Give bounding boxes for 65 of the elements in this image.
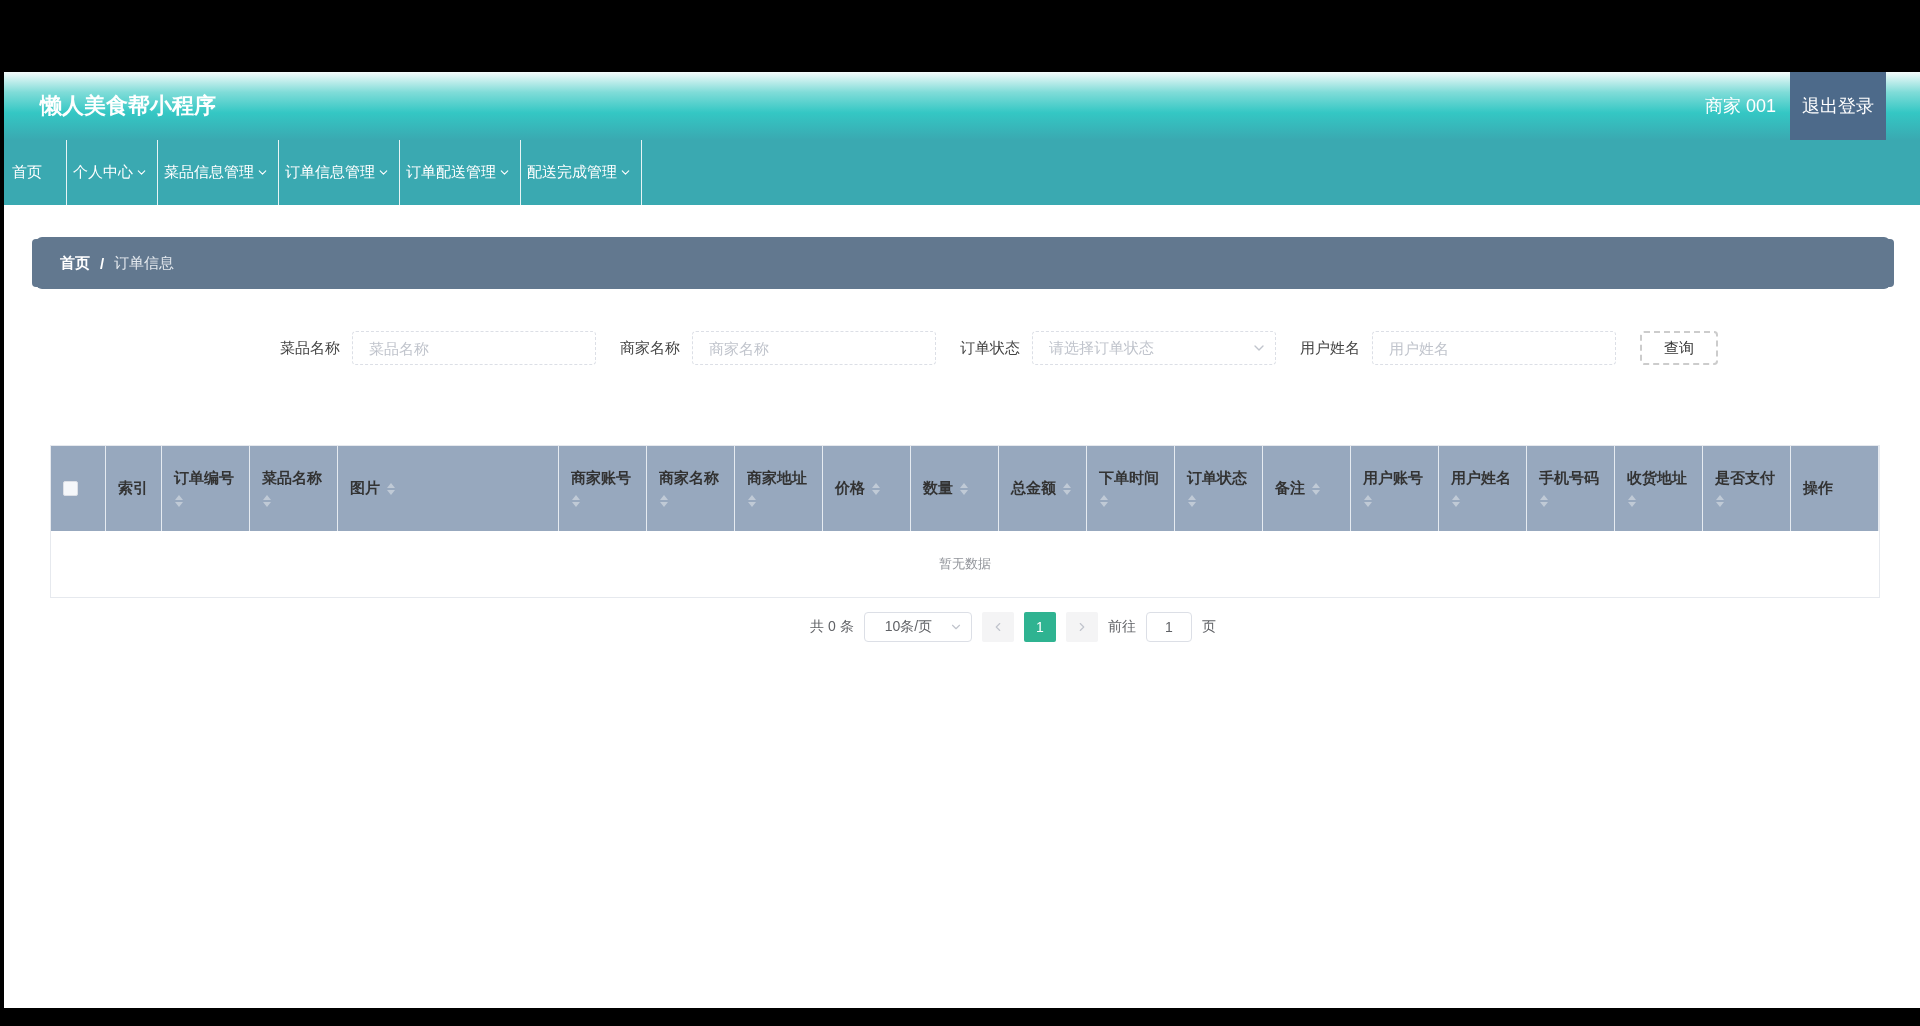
sort-icon[interactable] bbox=[871, 481, 881, 496]
sort-icon[interactable] bbox=[1363, 494, 1373, 508]
page-size-select[interactable]: 10条/页 bbox=[863, 612, 972, 642]
logout-button[interactable]: 退出登录 bbox=[1790, 72, 1886, 140]
sort-icon[interactable] bbox=[1099, 494, 1109, 508]
sort-icon[interactable] bbox=[571, 494, 581, 508]
sort-icon[interactable] bbox=[747, 494, 757, 508]
sort-icon[interactable] bbox=[1539, 494, 1549, 508]
nav-menu-item[interactable]: 配送完成管理 bbox=[521, 140, 642, 205]
sort-icon[interactable] bbox=[659, 494, 669, 508]
sort-icon[interactable] bbox=[262, 494, 272, 508]
column-header: 索引 bbox=[118, 479, 148, 498]
column-header[interactable]: 总金额 bbox=[1011, 479, 1056, 498]
column-header[interactable]: 收货地址 bbox=[1627, 469, 1687, 488]
select-all-checkbox[interactable] bbox=[63, 481, 78, 496]
column-header[interactable]: 商家名称 bbox=[659, 469, 719, 488]
app-title: 懒人美食帮小程序 bbox=[40, 92, 217, 120]
sort-icon[interactable] bbox=[1187, 494, 1197, 508]
column-header[interactable]: 商家账号 bbox=[571, 469, 631, 488]
column-header[interactable]: 菜品名称 bbox=[262, 469, 322, 488]
sort-icon[interactable] bbox=[1715, 494, 1725, 508]
search-field[interactable]: 商家名称 bbox=[692, 331, 936, 365]
breadcrumb-link[interactable]: 首页 bbox=[60, 253, 90, 273]
nav-menu-item[interactable]: 首页 bbox=[4, 140, 67, 205]
page-button[interactable]: 1 bbox=[1023, 612, 1056, 642]
field-label: 商家名称 bbox=[620, 338, 680, 358]
page-suffix: 页 bbox=[1201, 618, 1216, 636]
column-header[interactable]: 商家地址 bbox=[747, 469, 807, 488]
column-header[interactable]: 备注 bbox=[1275, 479, 1305, 498]
sort-icon[interactable] bbox=[1062, 481, 1072, 496]
column-header[interactable]: 是否支付 bbox=[1715, 469, 1775, 488]
column-header[interactable]: 用户姓名 bbox=[1451, 469, 1511, 488]
column-header[interactable]: 订单编号 bbox=[174, 469, 234, 488]
sort-icon[interactable] bbox=[1627, 494, 1637, 508]
page-number-field[interactable]: 1 bbox=[1145, 612, 1192, 642]
sort-icon[interactable] bbox=[386, 481, 396, 496]
column-header[interactable]: 下单时间 bbox=[1099, 469, 1159, 488]
search-field[interactable]: 菜品名称 bbox=[352, 331, 596, 365]
empty-message: 暂无数据 bbox=[939, 555, 991, 573]
column-header[interactable]: 订单状态 bbox=[1187, 469, 1247, 488]
field-label: 菜品名称 bbox=[280, 338, 340, 358]
previous-page-button[interactable] bbox=[981, 612, 1014, 642]
nav-menu-item[interactable]: 订单信息管理 bbox=[279, 140, 400, 205]
user-name: 商家 001 bbox=[1704, 95, 1776, 118]
sort-icon[interactable] bbox=[1451, 494, 1461, 508]
column-header[interactable]: 图片 bbox=[350, 479, 380, 498]
column-header[interactable]: 手机号码 bbox=[1539, 469, 1599, 488]
nav-menu-item[interactable]: 菜品信息管理 bbox=[158, 140, 279, 205]
column-header[interactable]: 用户账号 bbox=[1363, 469, 1423, 488]
search-field[interactable]: 用户姓名 bbox=[1372, 331, 1616, 365]
sort-icon[interactable] bbox=[959, 481, 969, 496]
nav-menu-item[interactable]: 订单配送管理 bbox=[400, 140, 521, 205]
goto-label: 前往 bbox=[1107, 618, 1136, 636]
column-header[interactable]: 价格 bbox=[835, 479, 865, 498]
field-label: 用户姓名 bbox=[1300, 338, 1360, 358]
column-header[interactable]: 数量 bbox=[923, 479, 953, 498]
next-page-button[interactable] bbox=[1065, 612, 1098, 642]
field-label: 订单状态 bbox=[960, 338, 1020, 358]
nav-menu-item[interactable]: 个人中心 bbox=[67, 140, 158, 205]
column-header: 操作 bbox=[1803, 479, 1833, 498]
total-count: 共 0 条 bbox=[810, 618, 854, 636]
sort-icon[interactable] bbox=[1311, 481, 1321, 496]
breadcrumb-separator: / bbox=[100, 254, 105, 272]
sort-icon[interactable] bbox=[174, 494, 184, 508]
search-button[interactable]: 查询 bbox=[1640, 331, 1718, 365]
